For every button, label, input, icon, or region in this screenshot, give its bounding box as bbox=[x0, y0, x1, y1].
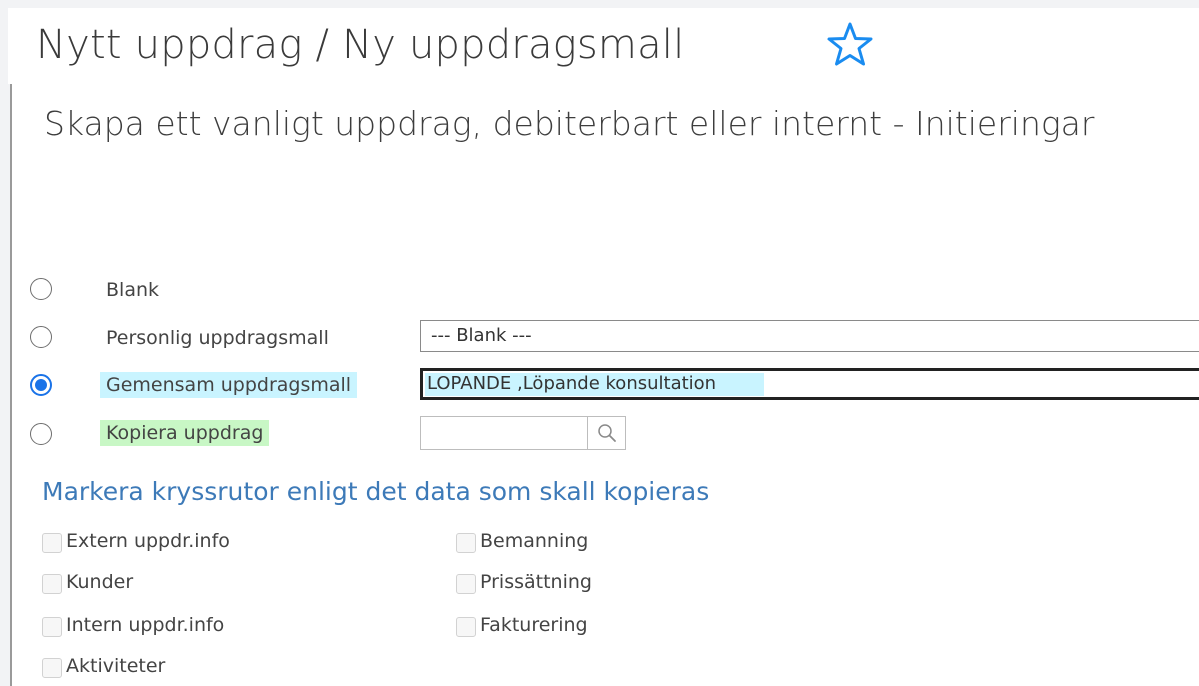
checkbox-label: Intern uppdr.info bbox=[66, 614, 225, 636]
page-title: Nytt uppdrag / Ny uppdragsmall bbox=[36, 22, 685, 68]
copy-data-heading: Markera kryssrutor enligt det data som s… bbox=[42, 477, 710, 506]
checkbox-box[interactable] bbox=[42, 658, 62, 678]
checkbox-label: Prissättning bbox=[480, 571, 592, 593]
checkbox-box[interactable] bbox=[42, 574, 62, 594]
checkbox-label: Extern uppdr.info bbox=[66, 530, 230, 552]
search-button[interactable] bbox=[587, 417, 625, 449]
search-icon bbox=[598, 424, 616, 442]
radio-label-shared-template: Gemensam uppdragsmall bbox=[100, 372, 358, 398]
page: Nytt uppdrag / Ny uppdragsmall Skapa ett… bbox=[0, 0, 1199, 686]
radio-copy-assignment[interactable] bbox=[30, 423, 52, 445]
radio-blank[interactable] bbox=[30, 278, 52, 300]
checkbox-box[interactable] bbox=[42, 533, 62, 553]
title-bar: Nytt uppdrag / Ny uppdragsmall bbox=[8, 8, 1199, 84]
checkbox-label: Fakturering bbox=[480, 614, 588, 636]
checkbox-box[interactable] bbox=[42, 617, 62, 637]
star-outline-icon[interactable] bbox=[823, 18, 877, 72]
checkbox-box[interactable] bbox=[456, 533, 476, 553]
shared-template-select[interactable]: LOPANDE ,Löpande konsultation bbox=[420, 368, 1199, 400]
radio-label-personal-template: Personlig uppdragsmall bbox=[106, 327, 329, 349]
checkbox-box[interactable] bbox=[456, 617, 476, 637]
copy-assignment-field bbox=[420, 416, 626, 450]
radio-shared-template[interactable] bbox=[30, 374, 52, 396]
copy-assignment-input[interactable] bbox=[421, 417, 587, 449]
personal-template-select[interactable]: --- Blank --- bbox=[420, 320, 1199, 352]
checkbox-label: Bemanning bbox=[480, 530, 589, 552]
radio-label-blank: Blank bbox=[106, 279, 160, 301]
radio-personal-template[interactable] bbox=[30, 326, 52, 348]
checkbox-label: Kunder bbox=[66, 571, 134, 593]
section-heading: Skapa ett vanligt uppdrag, debiterbart e… bbox=[44, 104, 1095, 143]
checkbox-box[interactable] bbox=[456, 574, 476, 594]
shared-template-select-value: LOPANDE ,Löpande konsultation bbox=[425, 373, 765, 396]
radio-label-copy-assignment: Kopiera uppdrag bbox=[100, 420, 270, 446]
checkbox-label: Aktiviteter bbox=[66, 655, 166, 677]
personal-template-select-value: --- Blank --- bbox=[431, 325, 532, 346]
